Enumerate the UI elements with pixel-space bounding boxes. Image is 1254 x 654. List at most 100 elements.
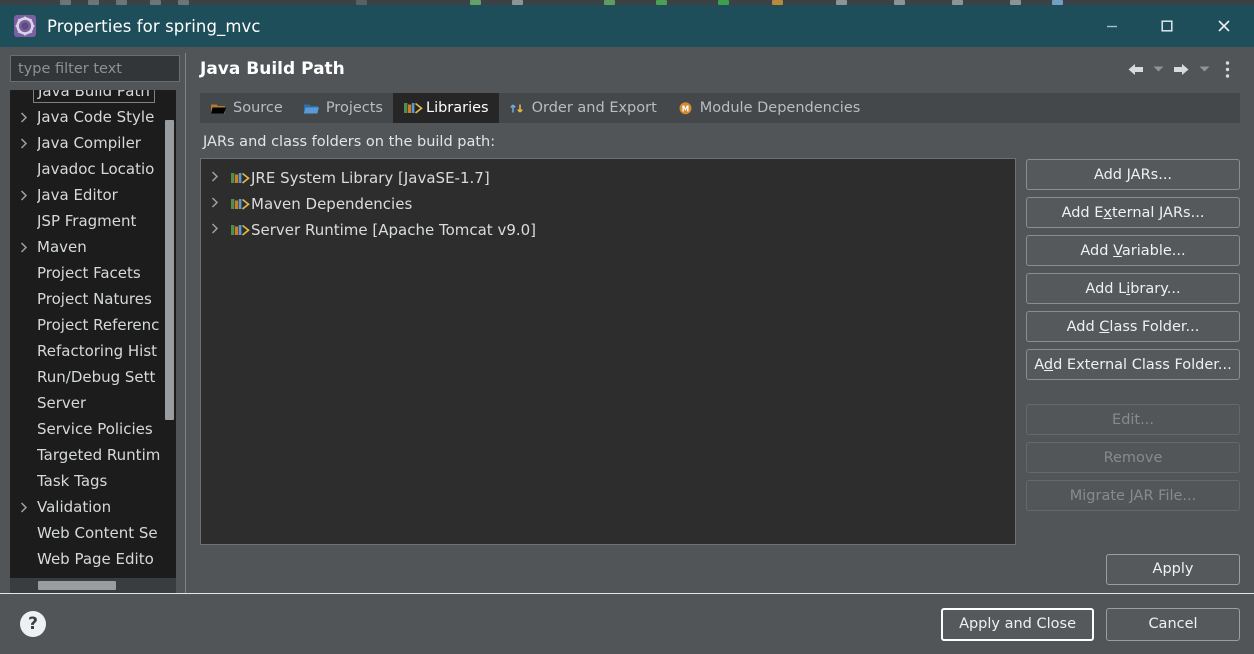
sidebar-item-javadoc-locatio[interactable]: Javadoc Locatio: [10, 156, 176, 182]
tab-module-dependencies[interactable]: M Module Dependencies: [667, 93, 871, 123]
sidebar-item-server[interactable]: Server: [10, 390, 176, 416]
libraries-panel: JRE System Library [JavaSE-1.7] Maven Dep…: [200, 158, 1240, 545]
content-header: Java Build Path: [200, 47, 1240, 91]
tab-libraries[interactable]: Libraries: [392, 93, 499, 123]
sidebar-item-project-referenc[interactable]: Project Referenc: [10, 312, 176, 338]
libraries-tree[interactable]: JRE System Library [JavaSE-1.7] Maven Dep…: [200, 158, 1016, 545]
button-label: Add Variable...: [1080, 242, 1186, 259]
sidebar-item-java-editor[interactable]: Java Editor: [10, 182, 176, 208]
chevron-right-icon[interactable]: [20, 111, 37, 123]
add-variable-button[interactable]: Add Variable...: [1026, 235, 1240, 266]
sidebar-item-run-debug-sett[interactable]: Run/Debug Sett: [10, 364, 176, 390]
sidebar-horizontal-scrollbar[interactable]: [10, 578, 176, 593]
build-path-tabs: Source Projects Libraries Order and Export M…: [200, 93, 1240, 123]
sidebar-item-label: Web Page Edito: [37, 550, 154, 568]
sidebar-item-web-content-se[interactable]: Web Content Se: [10, 520, 176, 546]
chevron-right-icon[interactable]: [211, 171, 230, 185]
dialog-title: Properties for spring_mvc: [47, 16, 261, 36]
sidebar-item-label: Javadoc Locatio: [37, 160, 155, 178]
sidebar-item-refactoring-hist[interactable]: Refactoring Hist: [10, 338, 176, 364]
module-badge-icon: M: [677, 101, 694, 116]
dialog-footer: ? Apply and Close Cancel: [0, 594, 1254, 654]
cancel-button[interactable]: Cancel: [1106, 607, 1240, 641]
help-question-icon[interactable]: ?: [20, 611, 46, 637]
view-menu-icon[interactable]: [1214, 54, 1240, 84]
tab-source[interactable]: Source: [200, 93, 293, 123]
maximize-icon[interactable]: [1139, 5, 1194, 47]
sidebar-item-label: Java Compiler: [37, 134, 141, 152]
sidebar-hscroll-thumb[interactable]: [38, 581, 116, 590]
gear-icon: [14, 15, 36, 37]
sidebar-item-task-tags[interactable]: Task Tags: [10, 468, 176, 494]
dialog-body: Java Build Path Java Code Style Java Compi…: [0, 47, 1254, 593]
sidebar-item-label: Server: [37, 394, 87, 412]
page-title: Java Build Path: [200, 59, 345, 79]
add-library-button[interactable]: Add Library...: [1026, 273, 1240, 304]
sidebar-item-project-natures[interactable]: Project Natures: [10, 286, 176, 312]
sidebar-item-label: Run/Debug Sett: [37, 368, 156, 386]
button-label: Edit...: [1112, 411, 1154, 428]
sidebar-item-label: Java Build Path: [33, 90, 155, 103]
back-arrow-icon[interactable]: [1122, 54, 1148, 84]
sidebar-item-label: Service Policies: [37, 420, 153, 438]
sidebar-item-label: Java Editor: [37, 186, 118, 204]
edit-button: Edit...: [1026, 404, 1240, 435]
add-external-class-folder-button[interactable]: Add External Class Folder...: [1026, 349, 1240, 380]
chevron-right-icon[interactable]: [211, 223, 230, 237]
source-folder-icon: [210, 101, 227, 116]
sidebar-item-java-code-style[interactable]: Java Code Style: [10, 104, 176, 130]
library-entry-row[interactable]: Maven Dependencies: [201, 191, 1015, 217]
apply-mnemonic: A: [1152, 561, 1163, 577]
library-entry-label: JRE System Library [JavaSE-1.7]: [251, 169, 490, 187]
sidebar-item-label: Refactoring Hist: [37, 342, 158, 360]
chevron-right-icon[interactable]: [20, 501, 37, 513]
close-icon[interactable]: [1194, 5, 1254, 47]
sidebar-item-java-build-path[interactable]: Java Build Path: [10, 90, 176, 104]
search-input[interactable]: [10, 55, 180, 82]
forward-dropdown-icon[interactable]: [1194, 54, 1214, 84]
remove-button: Remove: [1026, 442, 1240, 473]
add-external-jars-button[interactable]: Add External JARs...: [1026, 197, 1240, 228]
button-label: Remove: [1103, 449, 1163, 466]
chevron-right-icon[interactable]: [20, 189, 37, 201]
library-entry-row[interactable]: Server Runtime [Apache Tomcat v9.0]: [201, 217, 1015, 243]
add-class-folder-button[interactable]: Add Class Folder...: [1026, 311, 1240, 342]
sidebar-item-project-facets[interactable]: Project Facets: [10, 260, 176, 286]
apply-rest: pply: [1162, 561, 1194, 577]
libraries-books-icon: [403, 101, 423, 116]
add-jars-button[interactable]: Add JARs...: [1026, 159, 1240, 190]
button-label: Add Class Folder...: [1066, 318, 1200, 335]
library-entry-row[interactable]: JRE System Library [JavaSE-1.7]: [201, 165, 1015, 191]
sidebar-item-validation[interactable]: Validation: [10, 494, 176, 520]
sidebar-item-service-policies[interactable]: Service Policies: [10, 416, 176, 442]
sidebar-item-web-page-edito[interactable]: Web Page Edito: [10, 546, 176, 572]
svg-text:M: M: [682, 104, 689, 113]
back-dropdown-icon[interactable]: [1148, 54, 1168, 84]
button-label: Add JARs...: [1093, 166, 1173, 183]
sidebar-item-targeted-runtim[interactable]: Targeted Runtim: [10, 442, 176, 468]
footer-buttons: Apply and Close Cancel: [941, 607, 1240, 641]
forward-arrow-icon[interactable]: [1168, 54, 1194, 84]
tab-label: Libraries: [425, 100, 489, 116]
tab-projects[interactable]: Projects: [293, 93, 393, 123]
apply-and-close-button[interactable]: Apply and Close: [941, 607, 1094, 641]
sidebar-item-java-compiler[interactable]: Java Compiler: [10, 130, 176, 156]
chevron-right-icon[interactable]: [20, 137, 37, 149]
button-group-spacer: [1026, 387, 1240, 397]
settings-content: Java Build Path Source Projects Librarie…: [186, 47, 1254, 593]
tab-order-and-export[interactable]: Order and Export: [499, 93, 667, 123]
sidebar-item-maven[interactable]: Maven: [10, 234, 176, 260]
sidebar-vertical-scrollbar[interactable]: [165, 120, 174, 420]
chevron-right-icon[interactable]: [211, 197, 230, 211]
apply-button[interactable]: Apply: [1106, 553, 1240, 585]
apply-row: Apply: [200, 545, 1240, 593]
button-label: Add Library...: [1085, 280, 1181, 297]
dialog-titlebar: Properties for spring_mvc: [0, 5, 1254, 47]
minimize-icon[interactable]: [1084, 5, 1139, 47]
libraries-button-column: Add JARs... Add External JARs... Add Varia…: [1026, 158, 1240, 545]
projects-folder-icon: [303, 101, 320, 116]
sidebar-item-jsp-fragment[interactable]: JSP Fragment: [10, 208, 176, 234]
library-entry-label: Maven Dependencies: [251, 195, 413, 213]
chevron-right-icon[interactable]: [20, 241, 37, 253]
sidebar-item-label: Validation: [37, 498, 112, 516]
